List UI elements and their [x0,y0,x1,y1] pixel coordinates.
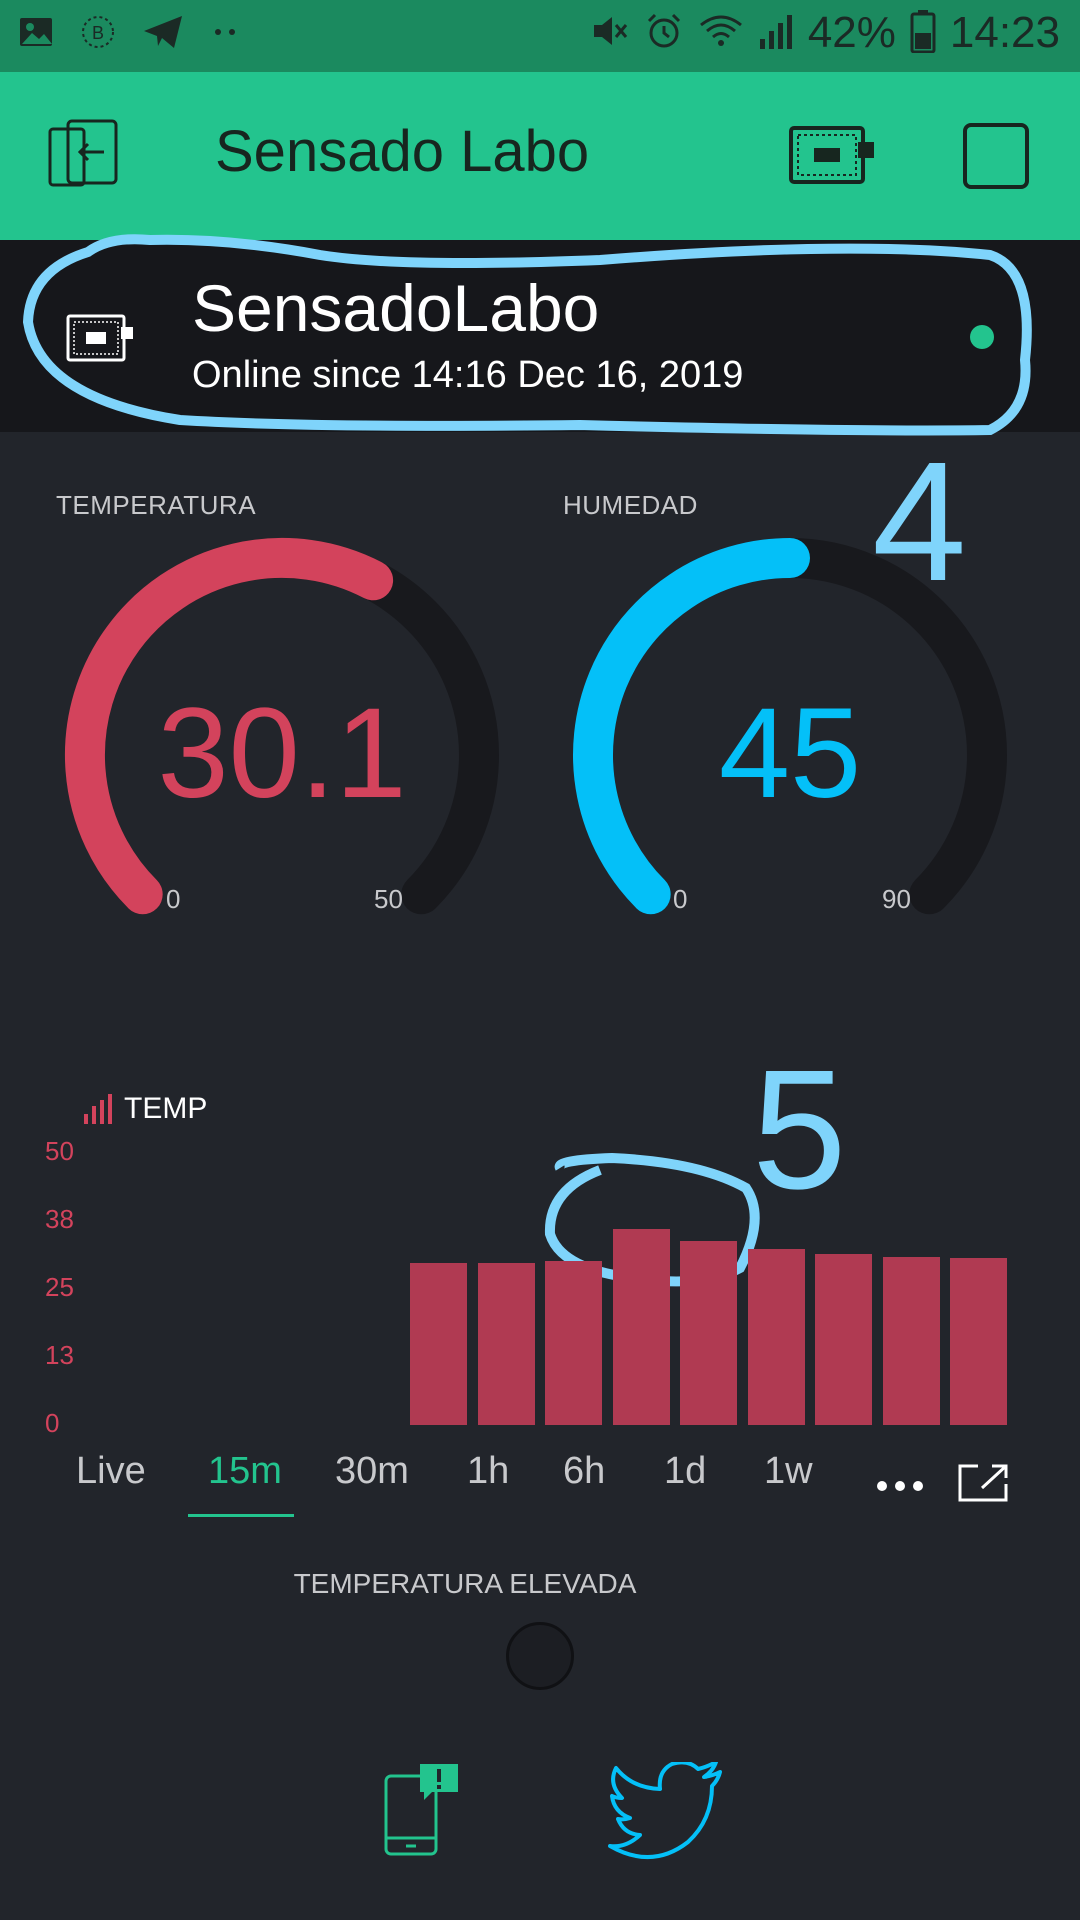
y-tick-label: 0 [45,1408,60,1438]
device-button[interactable] [788,122,878,188]
annotation-circle-bar [544,1152,760,1287]
device-header[interactable]: SensadoLabo Online since 14:16 Dec 16, 2… [0,240,1080,432]
clock: 14:23 [949,8,1060,57]
twitter-widget[interactable] [608,1760,724,1864]
y-tick-label: 50 [45,1136,74,1166]
status-bar: B 42% 14:23 [0,0,1080,72]
time-range-tabs: Live 15m 30m 1h 6h 1d 1w [0,1450,1080,1520]
device-icon [789,126,874,184]
tab-15m[interactable]: 15m [208,1450,282,1493]
battery-percentage: 42% [807,8,896,57]
chart-bar [545,1260,602,1425]
humidity-max: 90 [882,884,911,914]
mute-icon [590,11,630,55]
tab-1w[interactable]: 1w [764,1450,813,1493]
chart-bar [882,1256,940,1425]
chart-legend: TEMP [84,1092,207,1126]
push-notification-widget[interactable] [382,1762,462,1860]
exit-icon [48,119,118,187]
chart-bar [747,1249,805,1425]
temperature-max: 50 [374,884,403,914]
alarm-icon [644,11,684,55]
battery-icon [910,9,936,57]
tab-6h[interactable]: 6h [563,1450,605,1493]
online-status-dot [970,325,994,349]
gallery-notification-icon [18,14,54,54]
telegram-notification-icon [142,14,184,54]
app-bar: Sensado Labo [0,72,1080,240]
tab-live[interactable]: Live [76,1450,146,1493]
tab-1d[interactable]: 1d [664,1450,706,1493]
push-notification-icon [384,1764,458,1856]
alert-label: TEMPERATURA ELEVADA [293,1568,637,1599]
stop-button[interactable] [962,122,1030,190]
fullscreen-button[interactable] [958,1462,1010,1506]
y-tick-label: 25 [45,1272,74,1302]
open-external-icon [958,1464,1008,1502]
device-name: SensadoLabo [192,271,600,345]
wifi-icon [698,11,744,55]
chart-bar [477,1263,535,1425]
device-status-text: Online since 14:16 Dec 16, 2019 [192,354,744,396]
tab-30m[interactable]: 30m [335,1450,409,1493]
temperature-min: 0 [166,884,181,914]
chart-title: TEMP [124,1092,208,1125]
humidity-value: 45 [718,682,862,825]
device-small-icon [66,312,134,368]
temperature-value: 30.1 [157,682,407,825]
y-tick-label: 13 [45,1340,74,1370]
chart-bar [410,1262,467,1425]
chart-bar [680,1241,737,1425]
svg-text:B: B [92,23,104,43]
signal-icon [758,11,794,55]
chart-bar [815,1253,872,1425]
more-notifications-icon [210,14,240,54]
more-options-button[interactable] [876,1478,924,1498]
twitter-icon [608,1760,722,1859]
y-tick-label: 38 [45,1204,74,1234]
bar-chart-icon [84,1094,112,1124]
b-notification-icon: B [80,14,116,54]
tab-1h[interactable]: 1h [467,1450,509,1493]
back-button[interactable] [46,119,120,193]
temperature-label: TEMPERATURA [56,490,257,520]
annotation-number-5: 5 [752,1035,847,1225]
alert-led [506,1622,574,1690]
stop-icon [963,123,1029,189]
more-dots-icon [877,1481,923,1491]
humidity-label: HUMEDAD [563,490,698,520]
humidity-min: 0 [673,884,688,914]
page-title: Sensado Labo [215,119,590,184]
chart-bar [612,1229,670,1425]
active-tab-indicator [188,1514,294,1517]
chart-bar [950,1258,1007,1425]
